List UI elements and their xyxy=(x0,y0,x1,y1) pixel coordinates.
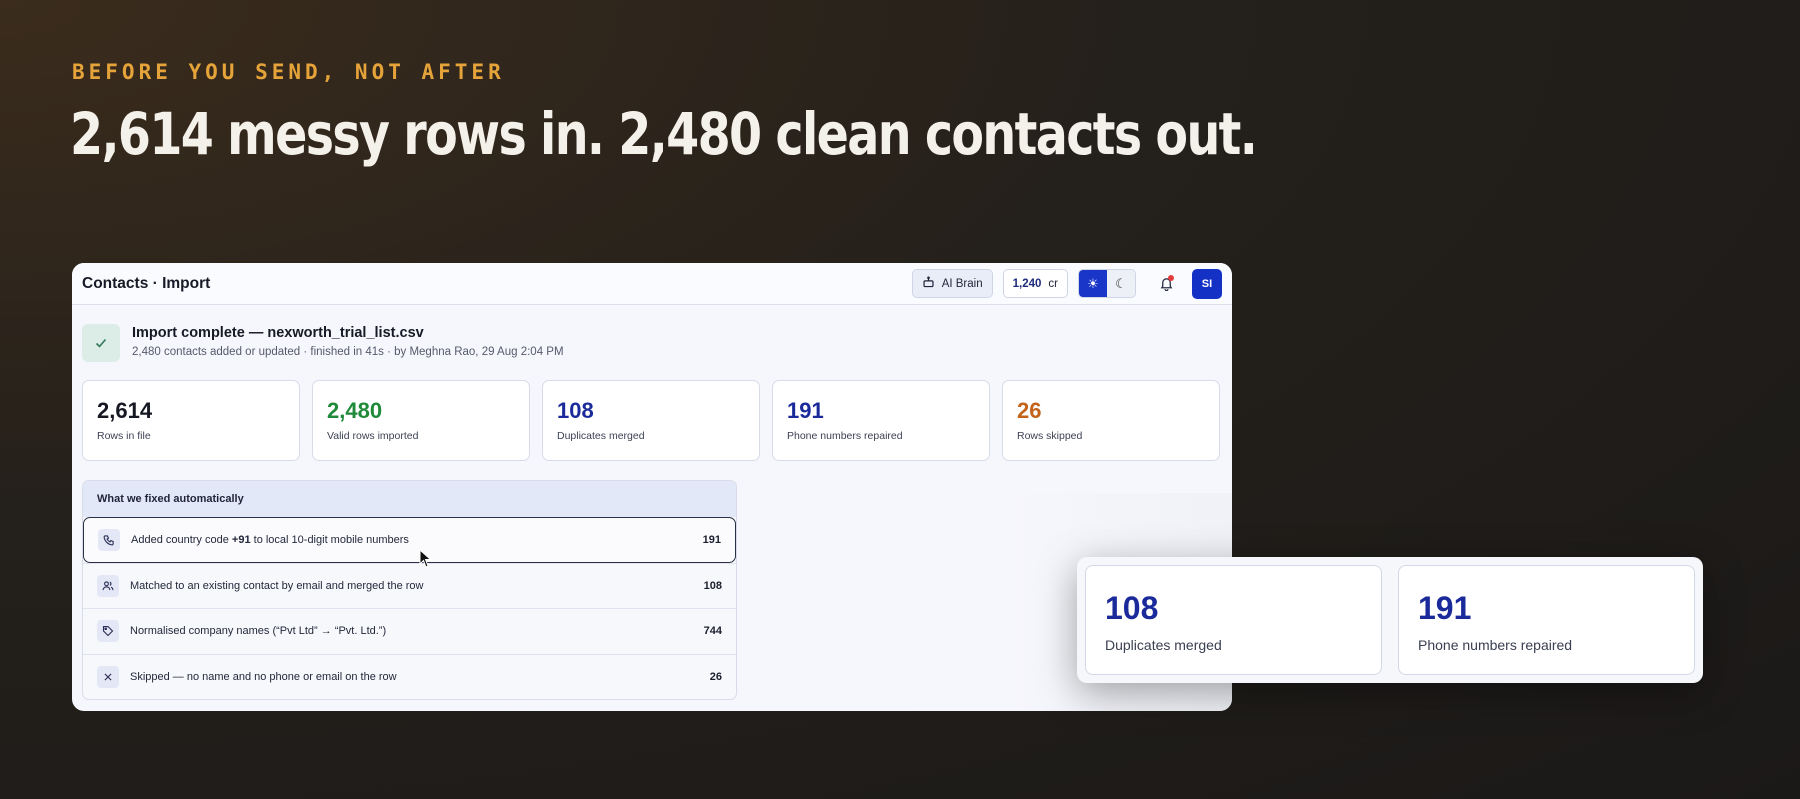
stat-card: 2,480 Valid rows imported xyxy=(312,380,530,461)
zoom-label: Phone numbers repaired xyxy=(1418,637,1573,653)
banner-subtitle: 2,480 contacts added or updated · finish… xyxy=(132,346,564,358)
stat-label: Duplicates merged xyxy=(557,430,645,442)
stat-card: 2,614 Rows in file xyxy=(82,380,300,461)
x-icon xyxy=(97,665,119,688)
fix-row[interactable]: Skipped — no name and no phone or email … xyxy=(83,653,736,700)
notifications-button[interactable] xyxy=(1154,272,1178,296)
banner-title: Import complete — nexworth_trial_list.cs… xyxy=(132,325,424,341)
zoom-card: 108 Duplicates merged xyxy=(1085,565,1382,675)
zoom-value: 108 xyxy=(1105,590,1159,626)
fix-count: 108 xyxy=(703,579,722,592)
theme-toggle[interactable]: ☀ ☾ xyxy=(1078,269,1136,298)
fix-label: Skipped — no name and no phone or email … xyxy=(130,670,397,683)
notification-dot xyxy=(1168,274,1174,281)
phone-icon xyxy=(98,528,120,551)
stat-value: 108 xyxy=(557,398,594,423)
eyebrow: BEFORE YOU SEND, NOT AFTER xyxy=(72,60,505,84)
stat-value: 26 xyxy=(1017,398,1042,423)
stat-card: 26 Rows skipped xyxy=(1002,380,1220,461)
fixes-title: What we fixed automatically xyxy=(83,481,736,517)
check-icon xyxy=(82,324,120,362)
fix-count: 744 xyxy=(703,625,722,638)
stat-label: Phone numbers repaired xyxy=(787,430,903,442)
ai-brain-button[interactable]: AI Brain xyxy=(911,269,993,298)
app-window: Contacts · Import AI Brain 1,240 cr ☀ ☾ … xyxy=(72,263,1232,711)
fixes-panel: What we fixed automatically Added countr… xyxy=(82,480,737,700)
fix-label: Normalised company names (“Pvt Ltd” → “P… xyxy=(130,625,387,638)
stats-row: 2,614 Rows in file 2,480 Valid rows import… xyxy=(82,380,1220,461)
fix-count: 26 xyxy=(709,670,722,683)
fix-row[interactable]: Matched to an existing contact by email … xyxy=(83,562,736,609)
fix-row[interactable]: Added country code +91 to local 10-digit… xyxy=(83,517,736,563)
page-title: Contacts · Import xyxy=(82,274,211,292)
zoom-value: 191 xyxy=(1418,590,1472,626)
stat-label: Rows skipped xyxy=(1017,430,1083,442)
moon-icon[interactable]: ☾ xyxy=(1107,270,1135,297)
stat-label: Valid rows imported xyxy=(327,430,419,442)
users-icon xyxy=(97,574,119,597)
tag-icon xyxy=(97,620,119,643)
avatar[interactable]: SI xyxy=(1192,268,1222,299)
zoom-callout: 108 Duplicates merged 191 Phone numbers … xyxy=(1077,557,1703,683)
stat-card: 108 Duplicates merged xyxy=(542,380,760,461)
sun-icon[interactable]: ☀ xyxy=(1079,270,1107,297)
robot-icon xyxy=(922,275,935,292)
fix-label: Matched to an existing contact by email … xyxy=(130,579,424,592)
fix-label: Added country code +91 to local 10-digit… xyxy=(131,533,409,546)
stat-label: Rows in file xyxy=(97,430,151,442)
ai-brain-label: AI Brain xyxy=(941,277,983,290)
import-banner: Import complete — nexworth_trial_list.cs… xyxy=(82,324,564,362)
stat-value: 191 xyxy=(787,398,824,423)
stat-card: 191 Phone numbers repaired xyxy=(772,380,990,461)
zoom-label: Duplicates merged xyxy=(1105,637,1222,653)
top-bar: Contacts · Import AI Brain 1,240 cr ☀ ☾ … xyxy=(72,263,1232,305)
mouse-cursor-icon xyxy=(419,549,432,568)
stat-value: 2,480 xyxy=(327,398,383,423)
fix-count: 191 xyxy=(702,533,721,546)
credits-value: 1,240 xyxy=(1012,277,1042,290)
credits-unit: cr xyxy=(1048,277,1058,290)
headline: 2,614 messy rows in. 2,480 clean contact… xyxy=(70,100,1258,168)
fix-row[interactable]: Normalised company names (“Pvt Ltd” → “P… xyxy=(83,608,736,654)
stat-value: 2,614 xyxy=(97,398,153,423)
credits-badge[interactable]: 1,240 cr xyxy=(1002,269,1068,298)
zoom-card: 191 Phone numbers repaired xyxy=(1398,565,1695,675)
